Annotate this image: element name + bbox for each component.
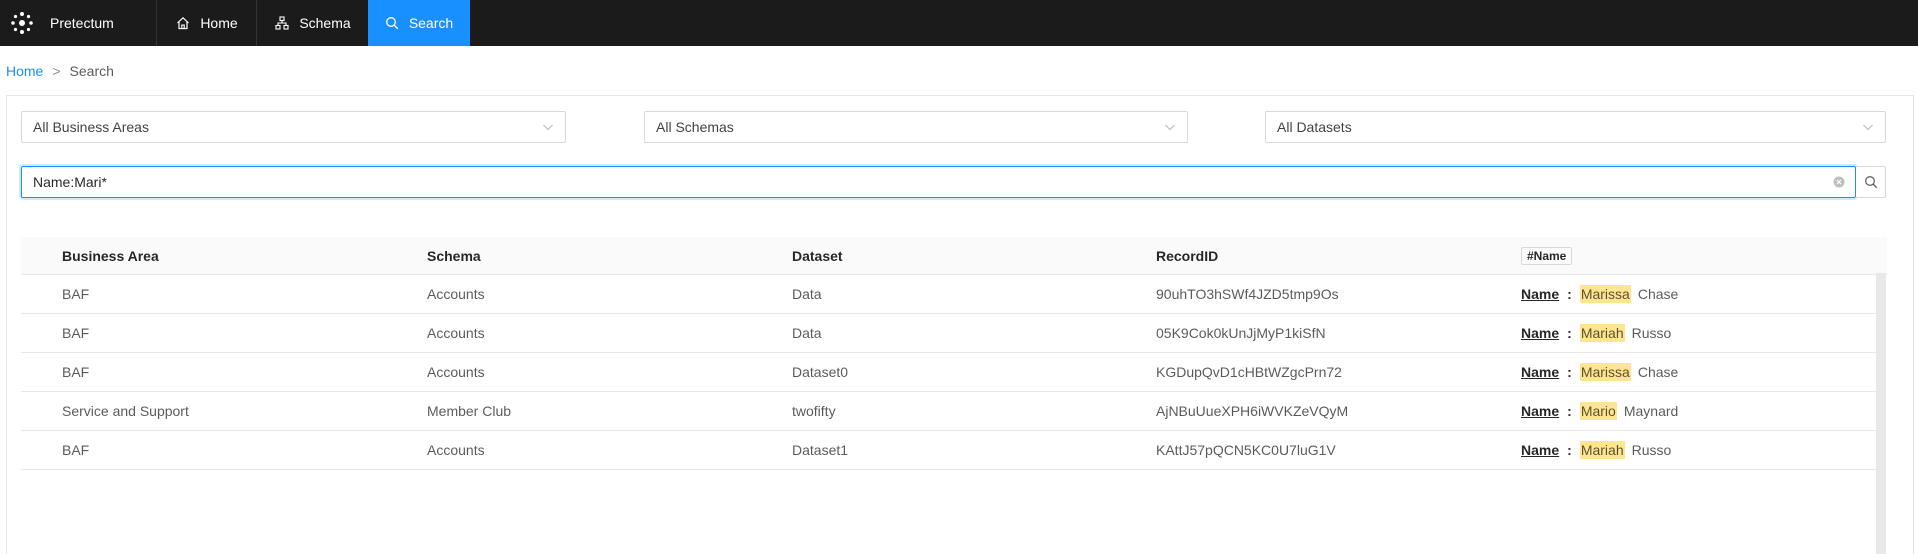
search-input[interactable]: Name:Mari* <box>21 166 1856 198</box>
business-area-select-value: All Business Areas <box>33 119 149 135</box>
cell-business-area: BAF <box>62 442 90 458</box>
cell-name: Name: Marissa Chase <box>1521 363 1679 381</box>
name-rest: Russo <box>1631 442 1672 458</box>
table-row[interactable]: BAF Accounts Dataset0 KGDupQvD1cHBtWZgcPrn7… <box>21 353 1876 392</box>
clear-icon[interactable] <box>1833 176 1845 188</box>
cell-business-area: Service and Support <box>62 403 189 419</box>
table-row[interactable]: BAF Accounts Data 90uhTO3hSWf4JZD5tmp9Os Nam… <box>21 275 1876 314</box>
cell-dataset: Data <box>792 286 822 302</box>
name-match-highlight: Marissa <box>1579 363 1631 381</box>
breadcrumb-home-link[interactable]: Home <box>6 63 43 79</box>
cell-name: Name: Mariah Russo <box>1521 324 1672 342</box>
cell-dataset: Data <box>792 325 822 341</box>
cell-name: Name: Mario Maynard <box>1521 402 1679 420</box>
name-rest: Chase <box>1637 286 1679 302</box>
name-match-highlight: Marissa <box>1579 285 1631 303</box>
cell-schema: Accounts <box>427 364 485 380</box>
chevron-down-icon <box>1862 121 1874 133</box>
schema-select-value: All Schemas <box>656 119 734 135</box>
name-field-colon: : <box>1567 403 1572 419</box>
cell-name: Name: Marissa Chase <box>1521 285 1679 303</box>
cell-record-id: KAttJ57pQCN5KC0U7luG1V <box>1156 442 1336 458</box>
search-button[interactable] <box>1856 166 1886 198</box>
name-match-highlight: Mariah <box>1579 324 1625 342</box>
table-row[interactable]: BAF Accounts Data 05K9Cok0kUnJjMyP1kiSfN Nam… <box>21 314 1876 353</box>
results-table: Business Area Schema Dataset RecordID #N… <box>21 237 1887 470</box>
name-field-key: Name <box>1521 325 1560 341</box>
table-row[interactable]: BAF Accounts Dataset1 KAttJ57pQCN5KC0U7luG1… <box>21 431 1876 470</box>
breadcrumb-separator: > <box>52 63 61 79</box>
brand-logo-link[interactable]: Pretectum <box>0 0 157 46</box>
search-panel: All Business Areas All Schemas All Datas… <box>6 95 1914 554</box>
home-icon <box>176 16 190 30</box>
nav-home-label: Home <box>200 15 238 31</box>
column-header-record-id[interactable]: RecordID <box>1156 248 1218 264</box>
name-field-colon: : <box>1567 325 1572 341</box>
dataset-select-value: All Datasets <box>1277 119 1352 135</box>
search-icon <box>1864 175 1878 189</box>
search-icon <box>385 16 399 30</box>
column-header-business-area[interactable]: Business Area <box>62 248 159 264</box>
name-field-key: Name <box>1521 364 1560 380</box>
cell-business-area: BAF <box>62 325 90 341</box>
column-header-name[interactable]: #Name <box>1521 246 1573 265</box>
cell-name: Name: Mariah Russo <box>1521 441 1672 459</box>
cell-schema: Member Club <box>427 403 512 419</box>
chevron-down-icon <box>542 121 554 133</box>
name-rest: Maynard <box>1623 403 1679 419</box>
cell-business-area: BAF <box>62 364 90 380</box>
column-header-schema[interactable]: Schema <box>427 248 481 264</box>
top-navigation-bar: Pretectum Home Schema Search <box>0 0 1918 46</box>
cell-record-id: 90uhTO3hSWf4JZD5tmp9Os <box>1156 286 1339 302</box>
cell-dataset: twofifty <box>792 403 836 419</box>
pretectum-logo-icon <box>10 11 34 35</box>
name-field-key: Name <box>1521 403 1560 419</box>
nav-search[interactable]: Search <box>368 0 470 46</box>
cell-schema: Accounts <box>427 442 485 458</box>
cell-schema: Accounts <box>427 325 485 341</box>
dataset-select[interactable]: All Datasets <box>1265 111 1886 143</box>
cell-schema: Accounts <box>427 286 485 302</box>
name-field-colon: : <box>1567 442 1572 458</box>
cell-business-area: BAF <box>62 286 90 302</box>
cell-dataset: Dataset1 <box>792 442 849 458</box>
name-rest: Chase <box>1637 364 1679 380</box>
schema-select[interactable]: All Schemas <box>644 111 1188 143</box>
nav-home[interactable]: Home <box>158 0 257 46</box>
name-match-highlight: Mario <box>1579 402 1617 420</box>
table-scrollbar[interactable] <box>1876 273 1886 554</box>
business-area-select[interactable]: All Business Areas <box>21 111 566 143</box>
name-field-key: Name <box>1521 286 1560 302</box>
search-input-value: Name:Mari* <box>33 174 107 190</box>
name-field-colon: : <box>1567 364 1572 380</box>
name-match-highlight: Mariah <box>1579 441 1625 459</box>
name-tag: #Name <box>1521 246 1573 265</box>
breadcrumb: Home > Search <box>6 63 114 79</box>
nav-schema[interactable]: Schema <box>258 0 368 46</box>
cell-record-id: 05K9Cok0kUnJjMyP1kiSfN <box>1156 325 1326 341</box>
nav-schema-label: Schema <box>299 15 351 31</box>
column-header-dataset[interactable]: Dataset <box>792 248 843 264</box>
chevron-down-icon <box>1164 121 1176 133</box>
table-header: Business Area Schema Dataset RecordID #N… <box>21 237 1887 275</box>
schema-icon <box>275 16 289 30</box>
name-field-colon: : <box>1567 286 1572 302</box>
table-row[interactable]: Service and Support Member Club twofifty Aj… <box>21 392 1876 431</box>
cell-record-id: KGDupQvD1cHBtWZgcPrn72 <box>1156 364 1342 380</box>
name-rest: Russo <box>1631 325 1672 341</box>
breadcrumb-current: Search <box>69 63 114 79</box>
cell-record-id: AjNBuUueXPH6iWVKZeVQyM <box>1156 403 1349 419</box>
app-name: Pretectum <box>50 15 114 31</box>
nav-search-label: Search <box>408 15 454 31</box>
cell-dataset: Dataset0 <box>792 364 849 380</box>
name-field-key: Name <box>1521 442 1560 458</box>
